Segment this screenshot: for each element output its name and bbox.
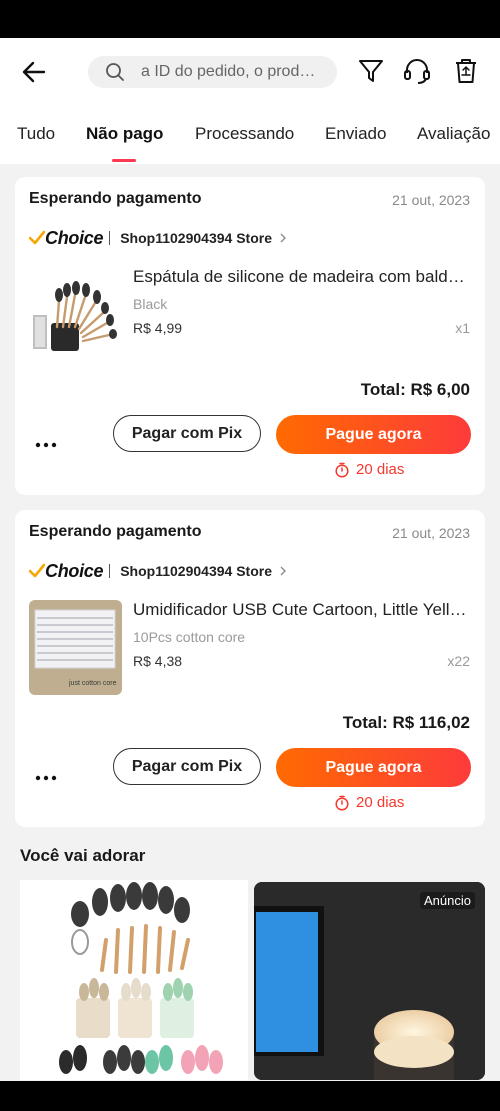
order-total: Total: R$ 6,00 <box>360 380 470 399</box>
back-arrow-icon[interactable] <box>20 58 48 86</box>
order-date: 21 out, 2023 <box>392 192 470 208</box>
choice-check-icon <box>29 563 45 578</box>
more-options-icon[interactable] <box>35 442 57 448</box>
order-card: Esperando pagamento 21 out, 2023 Choice … <box>15 510 485 827</box>
product-variant: Black <box>133 296 168 312</box>
recommendations-title: Você vai adorar <box>20 846 146 865</box>
more-options-icon[interactable] <box>35 775 57 781</box>
store-row[interactable]: Choice Shop1102904394 Store <box>29 560 288 582</box>
order-card: Esperando pagamento 21 out, 2023 Choice … <box>15 177 485 495</box>
pay-now-button[interactable]: Pague agora <box>276 415 471 454</box>
payment-countdown: 20 dias <box>334 794 404 811</box>
product-image-caption: just cotton core <box>69 680 117 687</box>
tab-processing[interactable]: Processando <box>195 124 294 144</box>
stopwatch-icon <box>335 462 349 478</box>
headset-icon[interactable] <box>402 56 432 86</box>
product-variant: 10Pcs cotton core <box>133 629 246 645</box>
tab-unpaid[interactable]: Não pago <box>86 124 163 144</box>
trash-icon[interactable] <box>451 56 481 86</box>
order-date: 21 out, 2023 <box>392 525 470 541</box>
choice-check-icon <box>29 230 45 245</box>
order-total: Total: R$ 116,02 <box>342 713 470 732</box>
status-bar <box>0 0 500 38</box>
product-title[interactable]: Umidificador USB Cute Cartoon, Little Ye… <box>133 600 471 620</box>
active-tab-indicator <box>112 159 136 162</box>
tab-all[interactable]: Tudo <box>17 124 55 144</box>
order-tabs: Tudo Não pago Processando Enviado Avalia… <box>0 106 500 164</box>
divider <box>109 231 111 245</box>
order-status: Esperando pagamento <box>29 523 202 540</box>
choice-logo: Choice <box>45 227 104 248</box>
order-status: Esperando pagamento <box>29 190 202 207</box>
product-image[interactable] <box>29 267 122 362</box>
chevron-right-icon <box>280 233 286 243</box>
pay-now-button[interactable]: Pague agora <box>276 748 471 787</box>
store-name[interactable]: Shop1102904394 Store <box>120 563 272 579</box>
product-image[interactable]: just cotton core <box>29 600 122 695</box>
product-quantity: x22 <box>447 653 470 669</box>
choice-logo: Choice <box>45 560 104 581</box>
ad-badge: Anúncio <box>420 892 475 909</box>
divider <box>109 564 111 578</box>
product-title[interactable]: Espátula de silicone de madeira com bald… <box>133 267 471 287</box>
stopwatch-icon <box>335 795 349 811</box>
payment-countdown: 20 dias <box>334 461 404 478</box>
store-name[interactable]: Shop1102904394 Store <box>120 230 272 246</box>
store-row[interactable]: Choice Shop1102904394 Store <box>29 227 288 249</box>
tab-shipped[interactable]: Enviado <box>325 124 386 144</box>
pay-with-pix-button[interactable]: Pagar com Pix <box>113 415 261 452</box>
search-input[interactable]: a ID do pedido, o produ... <box>88 56 337 88</box>
search-placeholder: a ID do pedido, o produ... <box>141 63 321 80</box>
tab-review[interactable]: Avaliação <box>417 124 490 144</box>
filter-icon[interactable] <box>356 56 386 86</box>
system-navigation-bar <box>0 1081 500 1111</box>
top-navbar: a ID do pedido, o produ... <box>0 38 500 106</box>
pay-with-pix-button[interactable]: Pagar com Pix <box>113 748 261 785</box>
recommended-product-card[interactable] <box>20 880 248 1080</box>
search-icon <box>106 63 124 81</box>
product-price: R$ 4,99 <box>133 320 183 336</box>
countdown-text: 20 dias <box>356 461 405 478</box>
chevron-right-icon <box>280 566 286 576</box>
product-quantity: x1 <box>455 320 470 336</box>
countdown-text: 20 dias <box>356 794 405 811</box>
product-price: R$ 4,38 <box>133 653 183 669</box>
sponsored-product-card[interactable]: Anúncio <box>254 882 485 1080</box>
